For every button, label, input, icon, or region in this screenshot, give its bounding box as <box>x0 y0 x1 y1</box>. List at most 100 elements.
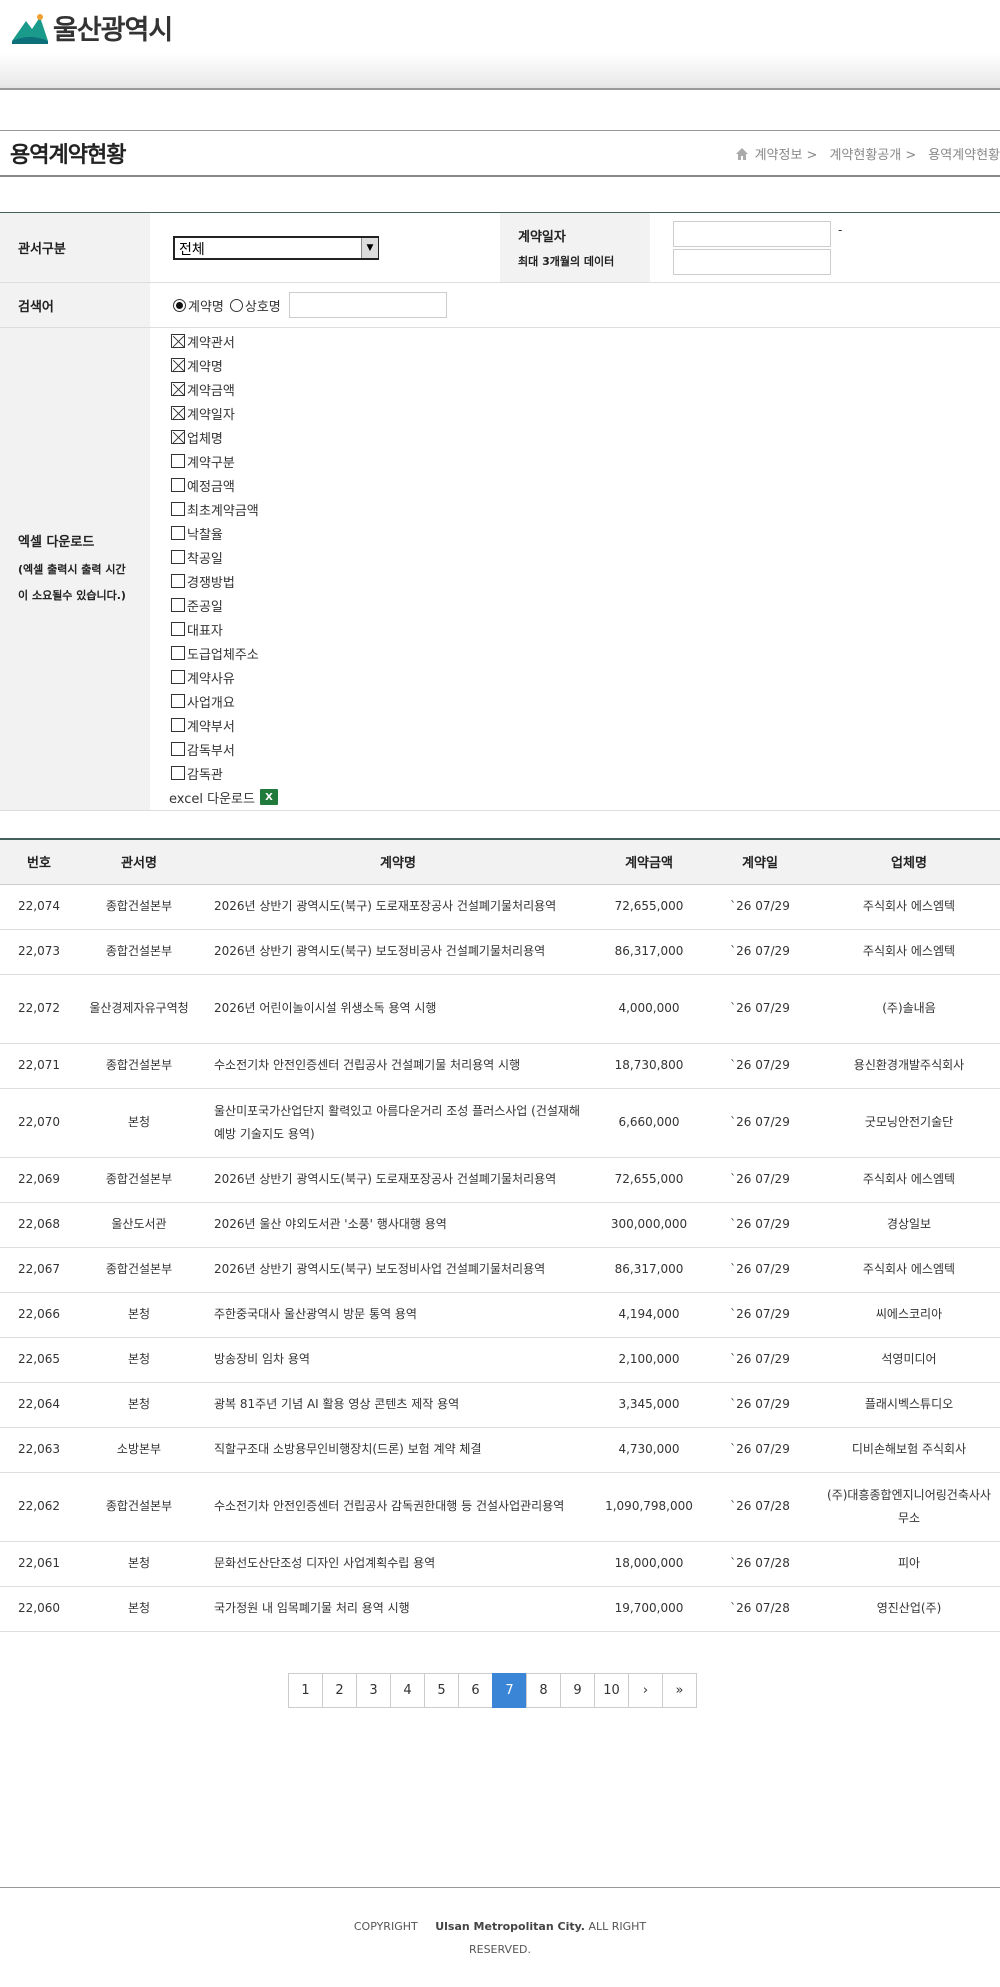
excel-column-checkbox[interactable]: 도급업체주소 <box>171 641 278 665</box>
breadcrumb-item-service-contract[interactable]: 용역계약현황 <box>928 144 1000 163</box>
cell-contract-name[interactable]: 수소전기차 안전인증센터 건립공사 건설폐기물 처리용역 시행 <box>200 1043 596 1089</box>
page-button[interactable]: 8 <box>526 1673 561 1708</box>
table-row[interactable]: 22,068 울산도서관 2026년 울산 야외도서관 '소풍' 행사대행 용역 30… <box>0 1202 1000 1248</box>
excel-column-checkbox[interactable]: 업체명 <box>171 425 278 449</box>
table-row[interactable]: 22,060 본청 국가정원 내 임목폐기물 처리 용역 시행 19,700,000 `… <box>0 1586 1000 1632</box>
excel-column-checkbox[interactable]: 계약금액 <box>171 377 278 401</box>
cell-contract-name[interactable]: 직할구조대 소방용무인비행장치(드론) 보험 계약 체결 <box>200 1427 596 1473</box>
radio-checked-icon[interactable] <box>173 298 186 312</box>
breadcrumb-item-contract-public[interactable]: 계약현황공개 > <box>829 144 916 163</box>
page-button[interactable]: 10 <box>594 1673 629 1708</box>
page-button[interactable]: 2 <box>322 1673 357 1708</box>
checkbox-unchecked-icon[interactable] <box>171 694 185 708</box>
radio-contract-name[interactable]: 계약명 <box>173 296 224 315</box>
radio-company-name[interactable]: 상호명 <box>229 296 281 315</box>
cell-contract-name[interactable]: 2026년 울산 야외도서관 '소풍' 행사대행 용역 <box>200 1202 596 1248</box>
cell-no: 22,073 <box>0 929 78 975</box>
cell-contract-name[interactable]: 2026년 상반기 광역시도(북구) 도로재포장공사 건설폐기물처리용역 <box>200 884 596 930</box>
last-page-icon[interactable]: » <box>662 1673 697 1708</box>
excel-column-checkbox[interactable]: 계약관서 <box>171 329 278 353</box>
checkbox-unchecked-icon[interactable] <box>171 670 185 684</box>
radio-unchecked-icon[interactable] <box>229 298 243 312</box>
checkbox-unchecked-icon[interactable] <box>171 526 185 540</box>
cell-contract-name[interactable]: 2026년 상반기 광역시도(북구) 보도정비공사 건설폐기물처리용역 <box>200 929 596 975</box>
dropdown-arrow-icon[interactable]: ▼ <box>361 237 378 258</box>
excel-column-checkbox[interactable]: 계약구분 <box>171 449 278 473</box>
checkbox-unchecked-icon[interactable] <box>171 550 185 564</box>
cell-contract-name[interactable]: 문화선도산단조성 디자인 사업계획수립 용역 <box>200 1541 596 1587</box>
dept-select[interactable]: 전체 ▼ <box>173 235 379 260</box>
checkbox-unchecked-icon[interactable] <box>171 646 185 660</box>
table-row[interactable]: 22,065 본청 방송장비 임차 용역 2,100,000 `26 07/29 석영미디… <box>0 1337 1000 1383</box>
cell-contract-name[interactable]: 광복 81주년 기념 AI 활용 영상 콘텐츠 제작 용역 <box>200 1382 596 1428</box>
page-button[interactable]: 9 <box>560 1673 595 1708</box>
cell-contract-name[interactable]: 방송장비 임차 용역 <box>200 1337 596 1383</box>
checkbox-unchecked-icon[interactable] <box>171 454 185 468</box>
excel-download-link[interactable]: excel 다운로드 X <box>169 785 278 809</box>
excel-column-checkbox[interactable]: 경쟁방법 <box>171 569 278 593</box>
excel-column-checkbox[interactable]: 착공일 <box>171 545 278 569</box>
date-start-input[interactable] <box>673 220 831 247</box>
home-icon[interactable] <box>735 147 749 161</box>
checkbox-unchecked-icon[interactable] <box>171 598 185 612</box>
cell-no: 22,063 <box>0 1427 78 1473</box>
excel-column-checkbox[interactable]: 계약일자 <box>171 401 278 425</box>
page-button[interactable]: 4 <box>390 1673 425 1708</box>
excel-file-icon[interactable]: X <box>259 789 278 805</box>
table-row[interactable]: 22,072 울산경제자유구역청 2026년 어린이놀이시설 위생소독 용역 시행 4… <box>0 974 1000 1044</box>
excel-column-checkbox[interactable]: 계약부서 <box>171 713 278 737</box>
table-row[interactable]: 22,061 본청 문화선도산단조성 디자인 사업계획수립 용역 18,000,000… <box>0 1541 1000 1587</box>
excel-column-checkbox[interactable]: 감독관 <box>171 761 278 785</box>
date-end-input[interactable] <box>673 248 831 275</box>
table-row[interactable]: 22,069 종합건설본부 2026년 상반기 광역시도(북구) 도로재포장공사 건… <box>0 1157 1000 1203</box>
checkbox-checked-icon[interactable] <box>171 406 185 420</box>
excel-column-checkbox[interactable]: 준공일 <box>171 593 278 617</box>
table-row[interactable]: 22,067 종합건설본부 2026년 상반기 광역시도(북구) 보도정비사업 건설… <box>0 1247 1000 1293</box>
table-row[interactable]: 22,063 소방본부 직할구조대 소방용무인비행장치(드론) 보험 계약 체결 4,… <box>0 1427 1000 1473</box>
site-logo[interactable]: 울산광역시 <box>10 8 173 47</box>
table-row[interactable]: 22,064 본청 광복 81주년 기념 AI 활용 영상 콘텐츠 제작 용역 3,3… <box>0 1382 1000 1428</box>
excel-column-checkbox[interactable]: 대표자 <box>171 617 278 641</box>
checkbox-unchecked-icon[interactable] <box>171 742 185 756</box>
page-button[interactable]: 5 <box>424 1673 459 1708</box>
table-row[interactable]: 22,062 종합건설본부 수소전기차 안전인증센터 건립공사 감독권한대행 등 건… <box>0 1472 1000 1542</box>
checkbox-unchecked-icon[interactable] <box>171 766 185 780</box>
table-row[interactable]: 22,066 본청 주한중국대사 울산광역시 방문 통역 용역 4,194,000 `2… <box>0 1292 1000 1338</box>
cell-contract-name[interactable]: 울산미포국가산업단지 활력있고 아름다운거리 조성 플러스사업 (건설재해예방 … <box>200 1088 596 1158</box>
next-page-icon[interactable]: › <box>628 1673 663 1708</box>
checkbox-label: 계약금액 <box>187 383 235 399</box>
excel-column-checkbox[interactable]: 최초계약금액 <box>171 497 278 521</box>
excel-column-checkbox[interactable]: 계약명 <box>171 353 278 377</box>
table-row[interactable]: 22,073 종합건설본부 2026년 상반기 광역시도(북구) 보도정비공사 건설… <box>0 929 1000 975</box>
page-button[interactable]: 7 <box>492 1673 527 1708</box>
cell-contract-name[interactable]: 2026년 어린이놀이시설 위생소독 용역 시행 <box>200 974 596 1044</box>
excel-column-checkbox[interactable]: 낙찰율 <box>171 521 278 545</box>
checkbox-checked-icon[interactable] <box>171 430 185 444</box>
checkbox-unchecked-icon[interactable] <box>171 574 185 588</box>
table-row[interactable]: 22,071 종합건설본부 수소전기차 안전인증센터 건립공사 건설폐기물 처리용역… <box>0 1043 1000 1089</box>
checkbox-checked-icon[interactable] <box>171 334 185 348</box>
cell-contract-name[interactable]: 주한중국대사 울산광역시 방문 통역 용역 <box>200 1292 596 1338</box>
checkbox-checked-icon[interactable] <box>171 358 185 372</box>
excel-column-checkbox[interactable]: 사업개요 <box>171 689 278 713</box>
table-row[interactable]: 22,070 본청 울산미포국가산업단지 활력있고 아름다운거리 조성 플러스사업 … <box>0 1088 1000 1158</box>
table-row[interactable]: 22,074 종합건설본부 2026년 상반기 광역시도(북구) 도로재포장공사 건… <box>0 884 1000 930</box>
excel-column-checkbox[interactable]: 예정금액 <box>171 473 278 497</box>
checkbox-unchecked-icon[interactable] <box>171 478 185 492</box>
checkbox-checked-icon[interactable] <box>171 382 185 396</box>
breadcrumb-item-contract-info[interactable]: 계약정보 > <box>755 144 818 163</box>
page-button[interactable]: 3 <box>356 1673 391 1708</box>
page-button[interactable]: 6 <box>458 1673 493 1708</box>
page-button[interactable]: 1 <box>288 1673 323 1708</box>
cell-contract-name[interactable]: 국가정원 내 임목폐기물 처리 용역 시행 <box>200 1586 596 1632</box>
excel-column-checkbox[interactable]: 감독부서 <box>171 737 278 761</box>
checkbox-unchecked-icon[interactable] <box>171 622 185 636</box>
keyword-input[interactable] <box>288 292 447 318</box>
cell-contract-name[interactable]: 수소전기차 안전인증센터 건립공사 감독권한대행 등 건설사업관리용역 <box>200 1472 596 1542</box>
checkbox-unchecked-icon[interactable] <box>171 718 185 732</box>
cell-dept: 본청 <box>78 1541 200 1587</box>
cell-contract-name[interactable]: 2026년 상반기 광역시도(북구) 보도정비사업 건설폐기물처리용역 <box>200 1247 596 1293</box>
excel-column-checkbox[interactable]: 계약사유 <box>171 665 278 689</box>
checkbox-unchecked-icon[interactable] <box>171 502 185 516</box>
cell-contract-name[interactable]: 2026년 상반기 광역시도(북구) 도로재포장공사 건설폐기물처리용역 <box>200 1157 596 1203</box>
